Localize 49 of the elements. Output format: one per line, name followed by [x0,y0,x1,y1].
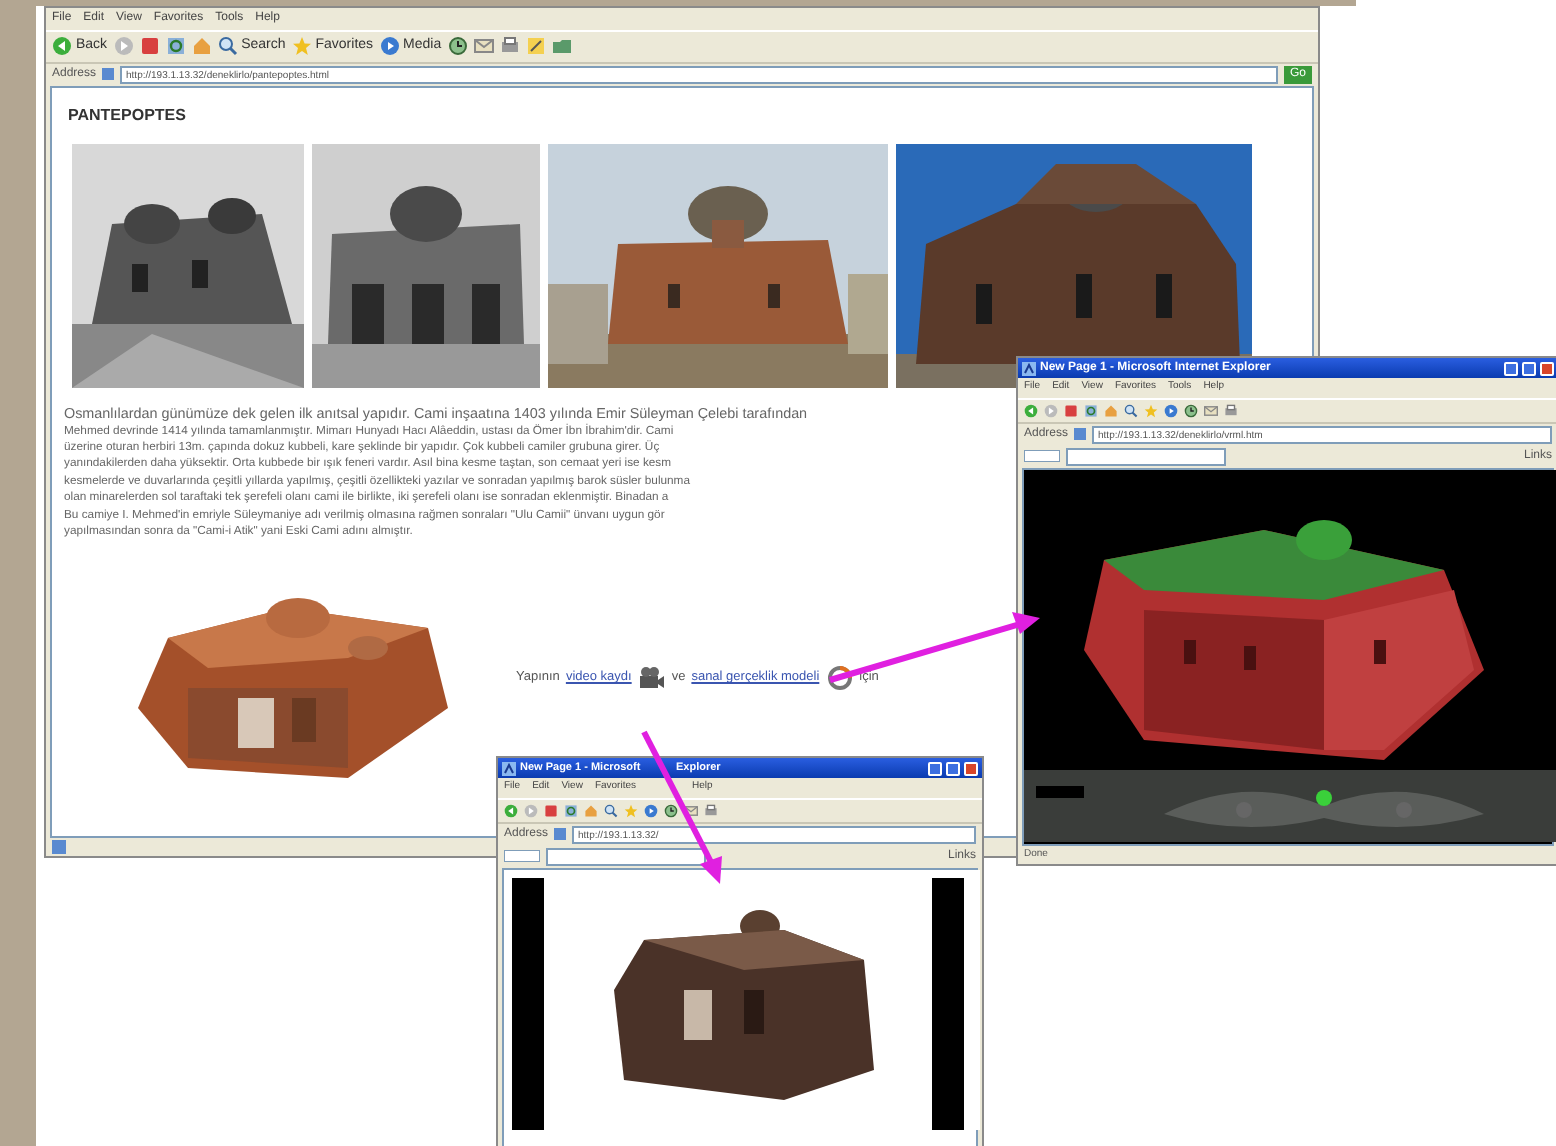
refresh-icon[interactable] [165,36,186,57]
back-arrow-icon[interactable] [504,803,518,817]
printer-icon[interactable] [499,36,520,57]
pencil-icon[interactable] [525,36,546,57]
media-icon[interactable] [1164,403,1178,417]
star-icon [291,36,312,57]
close-button[interactable] [964,761,978,775]
clock-icon[interactable] [1184,403,1198,417]
refresh-icon[interactable] [1084,403,1098,417]
star-icon[interactable] [1144,403,1158,417]
printer-icon[interactable] [704,803,718,817]
clock-icon[interactable] [664,803,678,817]
clock-icon[interactable] [447,36,468,57]
browser-icon [1022,361,1036,375]
search-field[interactable] [504,850,540,862]
search-icon[interactable] [604,803,618,817]
stop-icon[interactable] [544,803,558,817]
page-icon [102,68,115,80]
maximize-button[interactable] [946,761,960,775]
printer-icon[interactable] [1224,403,1238,417]
ring-icon [825,666,854,691]
star-icon[interactable] [624,803,638,817]
page-icon [52,840,66,854]
mail-icon[interactable] [684,803,698,817]
close-button[interactable] [1540,361,1554,375]
browser-icon [502,761,516,775]
page-icon [554,828,567,840]
page-heading: PANTEPOPTES [68,103,188,127]
input-field[interactable] [546,847,706,865]
camera-icon [637,666,666,691]
input-field[interactable] [1066,447,1226,465]
forward-arrow-icon[interactable] [1044,403,1058,417]
stop-icon[interactable] [1064,403,1078,417]
folder-icon[interactable] [551,36,572,57]
search-field[interactable] [1024,450,1060,462]
player-controls-drawing[interactable] [1024,769,1556,841]
refresh-icon[interactable] [564,803,578,817]
page-icon [1074,428,1087,440]
mail-icon[interactable] [1204,403,1218,417]
minimize-button[interactable] [1504,361,1518,375]
back-arrow-icon[interactable] [1024,403,1038,417]
stop-icon[interactable] [139,36,160,57]
minimize-button[interactable] [928,761,942,775]
search-icon[interactable] [1124,403,1138,417]
maximize-button[interactable] [1522,361,1536,375]
media-icon [379,36,400,57]
media-icon[interactable] [644,803,658,817]
forward-arrow-icon[interactable] [524,803,538,817]
search-icon [217,36,238,57]
